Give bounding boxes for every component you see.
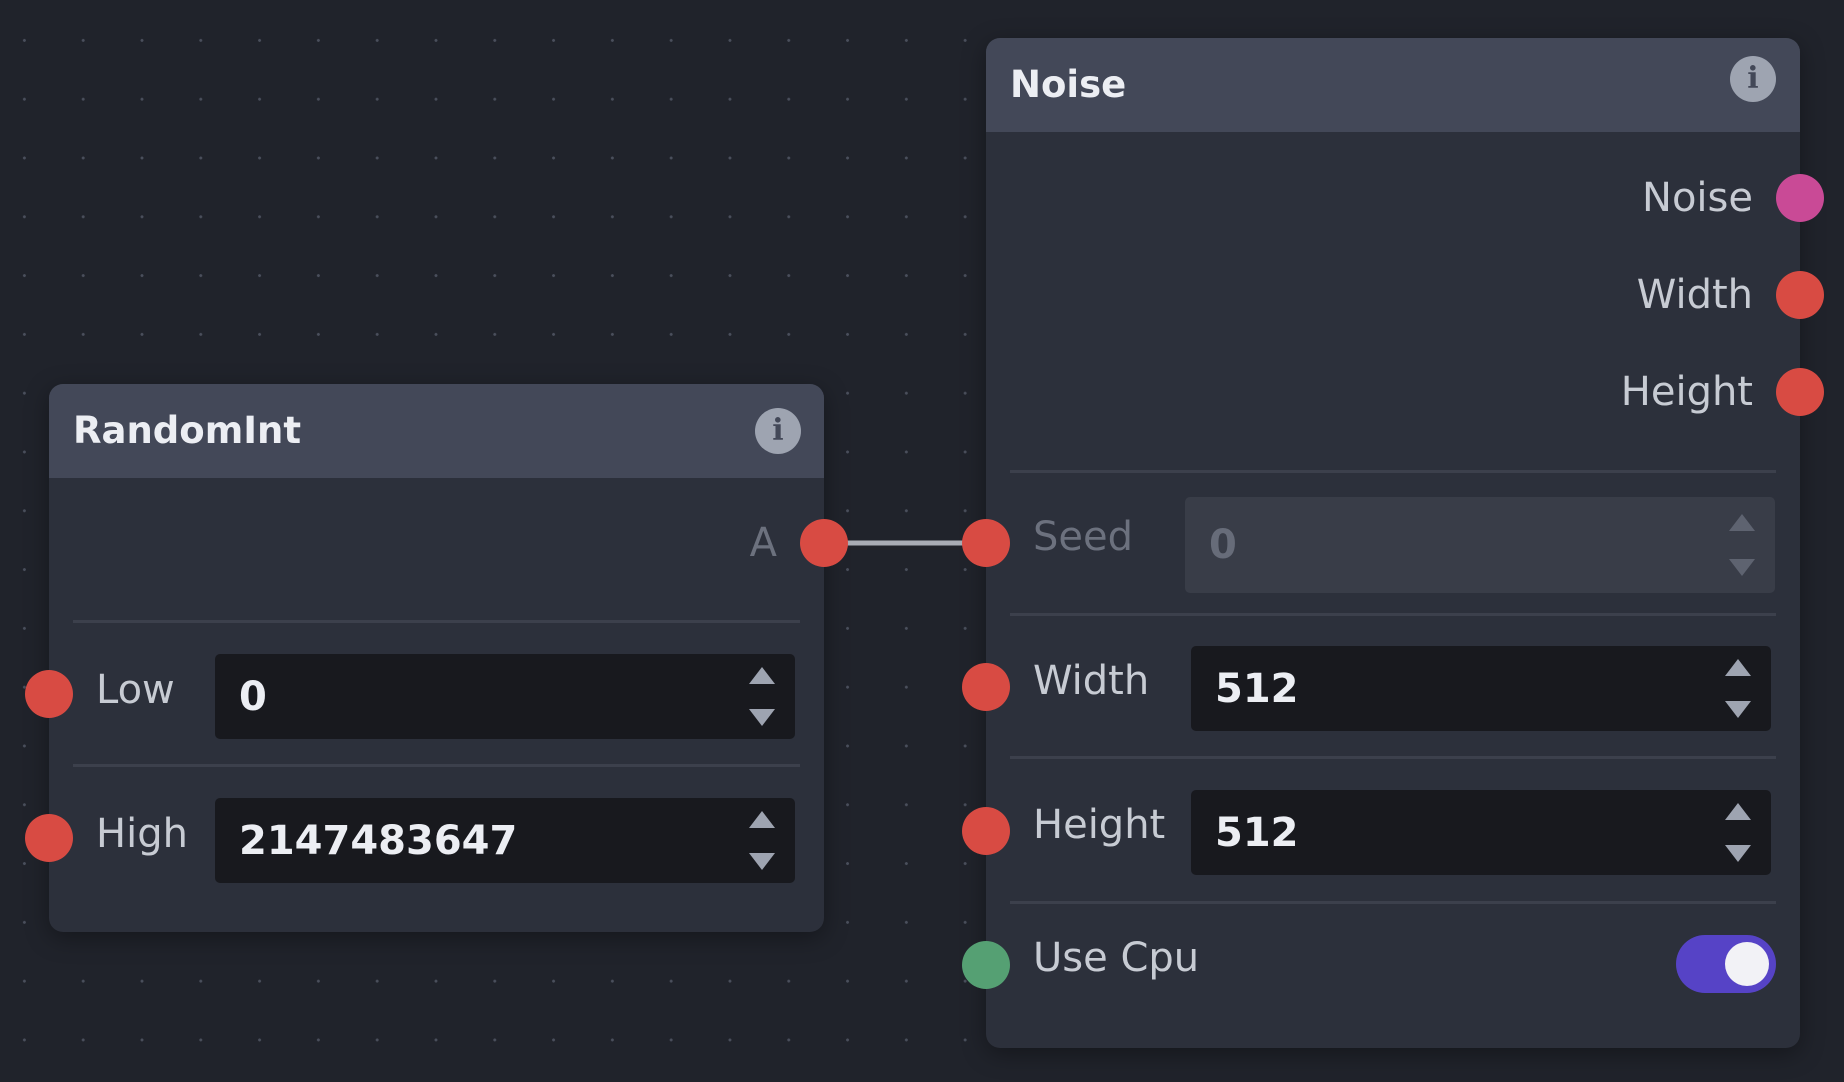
- height-value: 512: [1215, 809, 1299, 856]
- field-label-low: Low: [96, 667, 175, 713]
- node-header[interactable]: RandomInt i: [49, 384, 824, 478]
- toggle-knob: [1725, 942, 1769, 986]
- field-label-seed: Seed: [1033, 514, 1133, 560]
- divider: [1010, 613, 1776, 616]
- output-socket-height[interactable]: [1776, 368, 1824, 416]
- node-header[interactable]: Noise i: [986, 38, 1800, 132]
- node-title: Noise: [1010, 63, 1127, 106]
- increment-arrow-icon[interactable]: [749, 811, 775, 828]
- height-number-input[interactable]: 512: [1191, 790, 1771, 875]
- divider: [1010, 756, 1776, 759]
- input-socket-low[interactable]: [25, 670, 73, 718]
- random-int-node[interactable]: RandomInt i A Low 0 High 2147483647: [49, 384, 824, 932]
- use-cpu-toggle[interactable]: [1676, 935, 1776, 993]
- seed-value: 0: [1209, 522, 1237, 568]
- high-number-input[interactable]: 2147483647: [215, 798, 795, 883]
- increment-arrow-icon[interactable]: [749, 667, 775, 684]
- input-socket-use-cpu[interactable]: [962, 941, 1010, 989]
- info-icon[interactable]: i: [755, 408, 801, 454]
- input-socket-width[interactable]: [962, 663, 1010, 711]
- input-socket-seed[interactable]: [962, 519, 1010, 567]
- low-value: 0: [239, 673, 267, 720]
- increment-arrow-icon[interactable]: [1729, 514, 1755, 531]
- high-value: 2147483647: [239, 817, 518, 864]
- field-label-width: Width: [1033, 658, 1150, 704]
- divider: [73, 620, 800, 623]
- output-label-width: Width: [1636, 272, 1753, 318]
- output-label-noise: Noise: [1642, 175, 1753, 221]
- noise-node[interactable]: Noise i Noise Width Height Seed 0 Width …: [986, 38, 1800, 1048]
- decrement-arrow-icon[interactable]: [1725, 845, 1751, 862]
- output-socket-a[interactable]: [800, 519, 848, 567]
- seed-number-input[interactable]: 0: [1185, 497, 1775, 593]
- output-socket-width[interactable]: [1776, 271, 1824, 319]
- node-title: RandomInt: [73, 409, 302, 452]
- divider: [1010, 470, 1776, 473]
- width-number-input[interactable]: 512: [1191, 646, 1771, 731]
- decrement-arrow-icon[interactable]: [749, 709, 775, 726]
- decrement-arrow-icon[interactable]: [1729, 559, 1755, 576]
- field-label-use-cpu: Use Cpu: [1033, 935, 1200, 981]
- low-number-input[interactable]: 0: [215, 654, 795, 739]
- output-label-a: A: [749, 520, 777, 566]
- input-socket-high[interactable]: [25, 814, 73, 862]
- width-value: 512: [1215, 665, 1299, 712]
- increment-arrow-icon[interactable]: [1725, 659, 1751, 676]
- input-socket-height[interactable]: [962, 807, 1010, 855]
- output-socket-noise[interactable]: [1776, 174, 1824, 222]
- increment-arrow-icon[interactable]: [1725, 803, 1751, 820]
- divider: [1010, 901, 1776, 904]
- decrement-arrow-icon[interactable]: [1725, 701, 1751, 718]
- info-icon[interactable]: i: [1730, 56, 1776, 102]
- divider: [73, 764, 800, 767]
- field-label-height: Height: [1033, 802, 1166, 848]
- field-label-high: High: [96, 811, 188, 857]
- output-label-height: Height: [1620, 369, 1753, 415]
- decrement-arrow-icon[interactable]: [749, 853, 775, 870]
